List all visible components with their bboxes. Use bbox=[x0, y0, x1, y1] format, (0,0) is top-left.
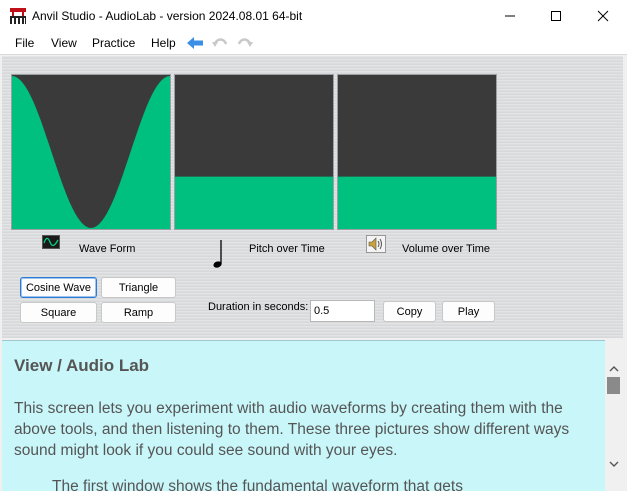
help-body-continued: The first window shows the fundamental w… bbox=[52, 478, 463, 491]
menu-help[interactable]: Help bbox=[151, 36, 176, 50]
volume-graph bbox=[338, 176, 496, 229]
menu-bar: File View Practice Help bbox=[0, 32, 627, 55]
waveform-graph bbox=[12, 76, 170, 229]
triangle-button[interactable]: Triangle bbox=[101, 277, 176, 298]
pitch-over-time-label: Pitch over Time bbox=[249, 243, 325, 255]
duration-label: Duration in seconds: bbox=[208, 301, 309, 313]
scroll-down-icon[interactable] bbox=[609, 459, 619, 469]
play-button[interactable]: Play bbox=[442, 301, 495, 322]
volume-level-fill bbox=[338, 176, 496, 229]
copy-button[interactable]: Copy bbox=[383, 301, 436, 322]
cosine-wave-shape bbox=[12, 76, 170, 229]
square-button[interactable]: Square bbox=[20, 302, 97, 323]
menu-file[interactable]: File bbox=[15, 36, 34, 50]
help-pane: View / Audio Lab This screen lets you ex… bbox=[2, 340, 605, 491]
pitch-graph bbox=[175, 176, 333, 229]
volume-panel[interactable] bbox=[337, 74, 497, 230]
maximize-button[interactable] bbox=[533, 0, 579, 32]
music-note-icon bbox=[213, 240, 222, 268]
anvil-logo-icon bbox=[10, 8, 26, 24]
maximize-icon bbox=[551, 11, 561, 21]
close-button[interactable] bbox=[580, 0, 626, 32]
scroll-thumb[interactable] bbox=[607, 377, 620, 394]
help-title: View / Audio Lab bbox=[14, 356, 150, 375]
audio-lab-workspace: Wave Form Pitch over Time Volume over Ti… bbox=[2, 56, 623, 338]
pitch-level-fill bbox=[175, 176, 333, 229]
pitch-panel[interactable] bbox=[174, 74, 334, 230]
close-icon bbox=[597, 10, 609, 22]
window-title: Anvil Studio - AudioLab - version 2024.0… bbox=[32, 9, 303, 23]
back-arrow-icon[interactable] bbox=[186, 35, 204, 51]
menu-view[interactable]: View bbox=[51, 36, 77, 50]
speaker-icon bbox=[366, 235, 386, 253]
ramp-button[interactable]: Ramp bbox=[101, 302, 176, 323]
help-scrollbar[interactable] bbox=[605, 340, 623, 490]
redo-icon[interactable] bbox=[236, 35, 254, 51]
menu-practice[interactable]: Practice bbox=[92, 36, 135, 50]
minimize-icon bbox=[505, 15, 515, 17]
wave-form-label: Wave Form bbox=[79, 243, 136, 255]
undo-icon[interactable] bbox=[211, 35, 229, 51]
waveform-icon bbox=[42, 235, 60, 249]
volume-over-time-label: Volume over Time bbox=[402, 243, 491, 255]
scroll-up-icon[interactable] bbox=[609, 364, 619, 374]
title-bar: Anvil Studio - AudioLab - version 2024.0… bbox=[0, 0, 627, 32]
cosine-wave-button[interactable]: Cosine Wave bbox=[20, 277, 97, 298]
duration-input[interactable]: 0.5 bbox=[310, 300, 375, 322]
waveform-panel[interactable] bbox=[11, 74, 171, 230]
minimize-button[interactable] bbox=[487, 0, 533, 32]
help-body: This screen lets you experiment with aud… bbox=[14, 400, 570, 459]
